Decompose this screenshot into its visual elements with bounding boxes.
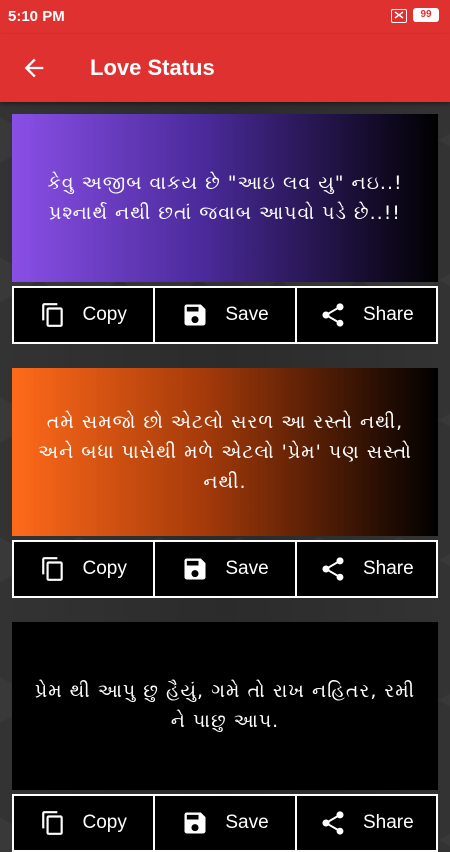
share-label: Share [362, 812, 414, 833]
copy-icon [42, 557, 64, 581]
app-bar: Love Status [0, 34, 450, 102]
copy-button[interactable]: Copy [12, 286, 156, 344]
save-icon [184, 304, 206, 326]
status-time: 5:10 PM [8, 8, 65, 25]
no-sim-icon [391, 9, 407, 23]
status-card: કેવુ અજીબ વાકય છે "આઇ લવ યુ" નઇ..! પ્રશ્… [12, 114, 438, 344]
quote-text: તમે સમજો છો એટલો સરળ આ રસ્તો નથી, અને બધ… [12, 368, 438, 536]
back-arrow-icon[interactable] [20, 54, 48, 82]
save-icon [184, 558, 206, 580]
copy-icon [42, 303, 64, 327]
share-icon [322, 557, 344, 581]
save-label: Save [225, 812, 269, 833]
save-label: Save [225, 304, 269, 325]
card-actions: Copy Save Share [12, 286, 438, 344]
status-bar: 5:10 PM 99 [0, 0, 450, 34]
card-actions: Copy Save Share [12, 540, 438, 598]
status-card: પ્રેમ થી આપુ છુ હૈયું, ગમે તો રાખ નહિતર,… [12, 622, 438, 852]
share-label: Share [362, 558, 414, 579]
copy-label: Copy [82, 558, 127, 579]
page-title: Love Status [90, 55, 215, 80]
save-label: Save [225, 558, 269, 579]
save-button[interactable]: Save [155, 540, 297, 598]
share-button[interactable]: Share [296, 794, 438, 852]
share-icon [322, 303, 344, 327]
copy-button[interactable]: Copy [12, 794, 156, 852]
quote-text: કેવુ અજીબ વાકય છે "આઇ લવ યુ" નઇ..! પ્રશ્… [12, 114, 438, 282]
share-icon [322, 811, 344, 835]
share-label: Share [362, 304, 414, 325]
copy-label: Copy [82, 304, 127, 325]
copy-label: Copy [82, 812, 127, 833]
status-card: તમે સમજો છો એટલો સરળ આ રસ્તો નથી, અને બધ… [12, 368, 438, 598]
battery-icon: 99 [413, 8, 439, 22]
save-button[interactable]: Save [155, 286, 297, 344]
share-button[interactable]: Share [296, 540, 438, 598]
share-button[interactable]: Share [296, 286, 438, 344]
quote-text: પ્રેમ થી આપુ છુ હૈયું, ગમે તો રાખ નહિતર,… [12, 622, 438, 790]
save-icon [184, 812, 206, 834]
card-actions: Copy Save Share [12, 794, 438, 852]
copy-button[interactable]: Copy [12, 540, 156, 598]
copy-icon [42, 811, 64, 835]
save-button[interactable]: Save [155, 794, 297, 852]
